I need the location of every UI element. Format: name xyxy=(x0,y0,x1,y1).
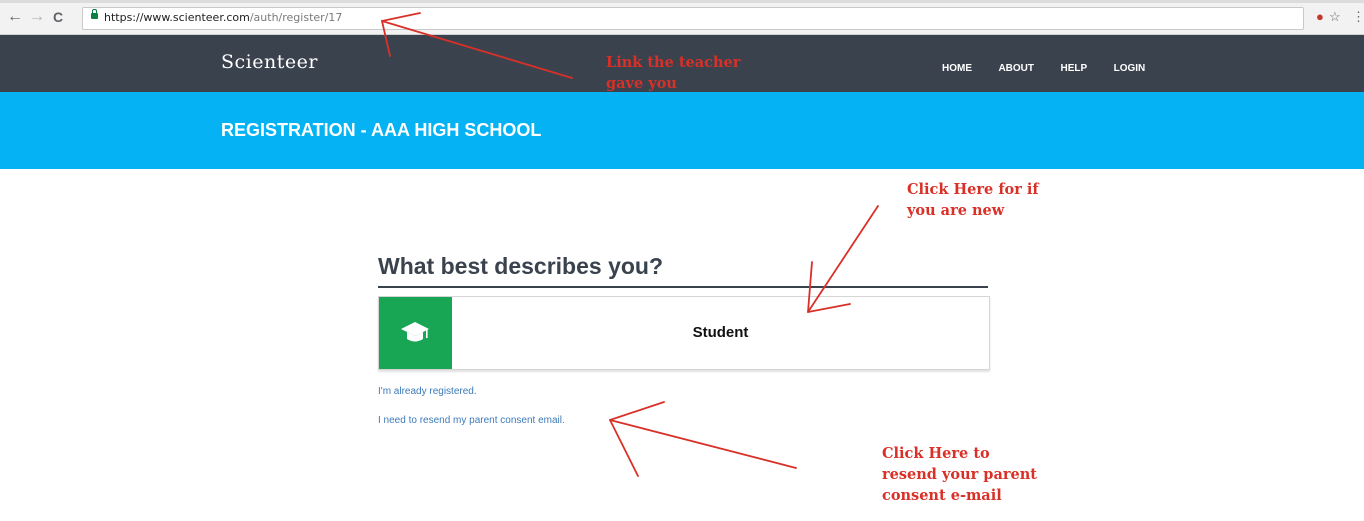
nav-help[interactable]: HELP xyxy=(1060,63,1087,74)
question-heading: What best describes you? xyxy=(378,253,988,288)
main-nav: HOME ABOUT HELP LOGIN xyxy=(942,58,1167,76)
nav-home[interactable]: HOME xyxy=(942,63,972,74)
annotation-resend: Click Here to resend your parent consent… xyxy=(882,443,1047,506)
arrow-resend-head-2 xyxy=(609,419,639,477)
back-icon[interactable]: ← xyxy=(7,8,23,26)
annotation-resend-text: Click Here to resend your parent consent… xyxy=(882,445,1037,504)
page-banner: REGISTRATION - AAA HIGH SCHOOL xyxy=(0,92,1364,169)
annotation-new-user-text: Click Here for if you are new xyxy=(907,181,1039,219)
extension-icon[interactable]: ● xyxy=(1316,9,1324,24)
annotation-new-user: Click Here for if you are new xyxy=(907,179,1042,221)
already-registered-link[interactable]: I'm already registered. xyxy=(378,386,477,397)
reload-icon[interactable]: C xyxy=(53,8,63,26)
student-role-button[interactable]: Student xyxy=(378,296,990,370)
resend-consent-link[interactable]: I need to resend my parent consent email… xyxy=(378,415,565,426)
forward-icon[interactable]: → xyxy=(29,8,45,26)
url-text[interactable]: https://www.scienteer.com/auth/register/… xyxy=(104,11,342,24)
browser-toolbar: ← → C https://www.scienteer.com/auth/reg… xyxy=(0,0,1364,35)
tab-strip xyxy=(0,0,1364,3)
nav-about[interactable]: ABOUT xyxy=(998,63,1034,74)
lock-icon xyxy=(91,9,98,19)
arrow-resend-head-1 xyxy=(609,401,665,421)
role-icon-box xyxy=(379,297,452,369)
url-path: /auth/register/17 xyxy=(249,11,343,24)
annotation-teacher-link: Link the teacher gave you xyxy=(606,52,776,94)
role-label: Student xyxy=(692,324,749,341)
url-host: https://www.scienteer.com xyxy=(104,11,250,24)
site-logo[interactable]: Scienteer xyxy=(221,51,318,73)
address-bar[interactable]: https://www.scienteer.com/auth/register/… xyxy=(82,7,1304,30)
star-icon[interactable]: ☆ xyxy=(1329,9,1341,25)
graduation-cap-icon xyxy=(401,322,429,342)
page-title: REGISTRATION - AAA HIGH SCHOOL xyxy=(221,120,542,140)
nav-login[interactable]: LOGIN xyxy=(1114,63,1146,74)
annotation-teacher-text: Link the teacher gave you xyxy=(606,54,741,92)
arrow-resend-shaft xyxy=(609,419,797,469)
menu-icon[interactable]: ⋮ xyxy=(1352,9,1364,25)
